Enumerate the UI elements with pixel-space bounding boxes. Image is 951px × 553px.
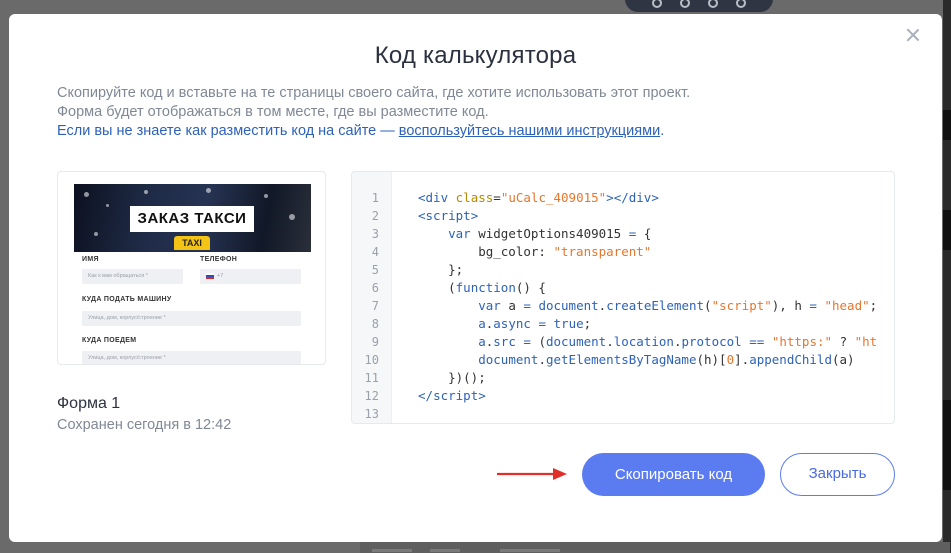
line-number: 13	[364, 407, 379, 421]
preview-hero-image: ЗАКАЗ ТАКСИ TAXI	[74, 184, 311, 252]
instructions-link[interactable]: воспользуйтесь нашими инструкциями	[399, 123, 660, 139]
code-line-3: var widgetOptions409015 = {	[448, 226, 652, 241]
line-number: 7	[371, 299, 379, 313]
preview-label-destination: КУДА ПОЕДЕМ	[82, 337, 137, 344]
code-line-8: a.async = true;	[478, 316, 592, 331]
code-line-4: bg_color: "transparent"	[418, 244, 652, 259]
code-line-5: };	[418, 262, 464, 277]
code-line-10: document.getElementsByTagName(h)[0].appe…	[478, 352, 855, 367]
line-number: 8	[371, 317, 379, 331]
code-editor[interactable]: 1 2 3 4 5 6 7 8 9 10 11 12 13 <div class…	[351, 171, 895, 424]
preview-label-pickup: КУДА ПОДАТЬ МАШИНУ	[82, 296, 172, 303]
preview-input-name: Как к вам обращаться *	[82, 269, 183, 284]
settings-icon	[652, 0, 662, 8]
preview-input-destination: Улица, дом, корпус/строение *	[82, 351, 301, 364]
background-strip	[943, 0, 951, 553]
code-line-7: var a = document.createElement("script")…	[478, 298, 878, 313]
line-number: 5	[371, 263, 379, 277]
code-line-2: <script>	[418, 208, 479, 223]
form-preview-thumbnail[interactable]: ЗАКАЗ ТАКСИ TAXI ИМЯ ТЕЛЕФОН Как к вам о…	[57, 171, 326, 365]
form-saved-time: Сохранен сегодня в 12:42	[57, 417, 232, 433]
russia-flag-icon	[206, 272, 214, 279]
modal-title: Код калькулятора	[374, 42, 577, 69]
description-line-3: Если вы не знаете как разместить код на …	[57, 122, 690, 141]
line-number: 9	[371, 335, 379, 349]
code-line-11: })();	[418, 370, 486, 385]
close-button[interactable]: Закрыть	[780, 453, 895, 496]
line-number: 11	[364, 371, 379, 385]
background-toolbar	[625, 0, 773, 12]
line-number: 3	[371, 227, 379, 241]
preview-input-phone: +7	[200, 269, 301, 284]
basket-icon	[736, 0, 746, 8]
close-icon[interactable]	[906, 28, 920, 42]
copy-code-button[interactable]: Скопировать код	[582, 453, 765, 496]
line-number: 2	[371, 209, 379, 223]
preview-input-pickup: Улица, дом, корпус/строение *	[82, 311, 301, 326]
code-line-1: <div class="uCalc_409015"></div>	[418, 190, 659, 205]
code-line-9: a.src = (document.location.protocol == "…	[478, 334, 878, 349]
description-line-1: Скопируйте код и вставьте на те страницы…	[57, 85, 691, 101]
line-number: 10	[364, 353, 379, 367]
line-number-gutter: 1 2 3 4 5 6 7 8 9 10 11 12 13	[352, 172, 392, 423]
taxi-sign: TAXI	[174, 236, 210, 250]
red-arrow-icon	[497, 468, 567, 480]
bulb-icon	[708, 0, 718, 8]
description-line-2: Форма будет отображаться в том месте, гд…	[57, 104, 489, 120]
circle-icon	[680, 0, 690, 8]
code-line-6: (function() {	[418, 280, 546, 295]
preview-label-name: ИМЯ	[82, 256, 99, 263]
background-content	[360, 542, 950, 553]
phone-prefix: +7	[217, 273, 224, 279]
instructions-prefix: Если вы не знаете как разместить код на …	[57, 123, 399, 139]
embed-code-modal: Код калькулятора Скопируйте код и вставь…	[9, 14, 942, 542]
preview-hero-title: ЗАКАЗ ТАКСИ	[130, 206, 254, 232]
instructions-suffix: .	[660, 123, 665, 139]
preview-label-phone: ТЕЛЕФОН	[200, 256, 238, 263]
form-name: Форма 1	[57, 395, 121, 412]
line-number: 12	[364, 389, 379, 403]
line-number: 4	[371, 245, 379, 259]
line-number: 6	[371, 281, 379, 295]
modal-description: Скопируйте код и вставьте на те страницы…	[57, 84, 690, 141]
code-line-12: </script>	[418, 388, 486, 403]
line-number: 1	[371, 191, 379, 205]
